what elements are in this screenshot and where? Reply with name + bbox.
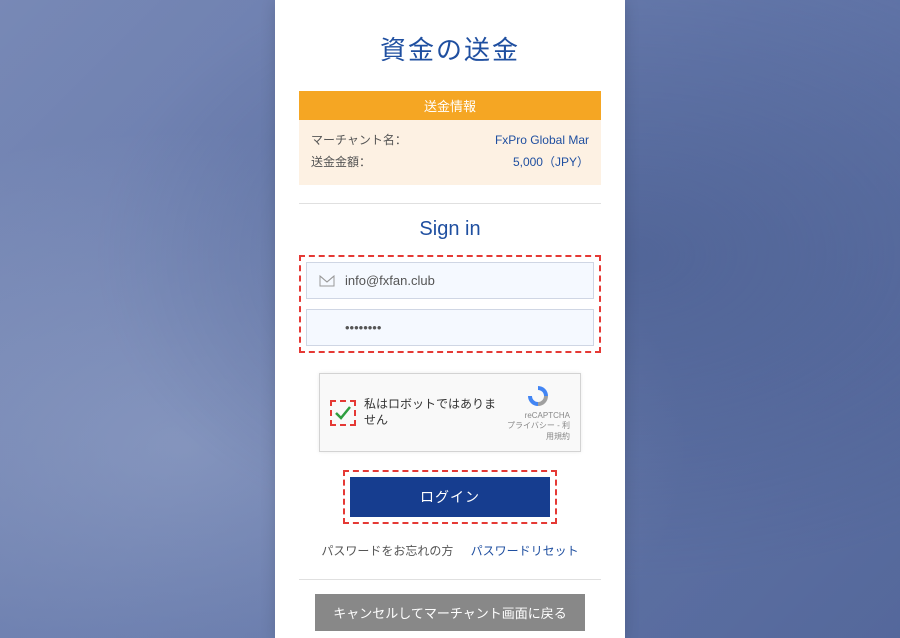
recaptcha-icon — [525, 383, 551, 409]
merchant-value: FxPro Global Mar — [495, 130, 589, 152]
page-title: 資金の送金 — [299, 30, 601, 67]
password-reset-link[interactable]: パスワードリセット — [471, 544, 579, 558]
captcha-checkbox[interactable] — [330, 400, 356, 426]
captcha-brand: reCAPTCHA プライバシー - 利用規約 — [506, 383, 570, 442]
help-links: パスワードをお忘れの方 パスワードリセット — [299, 542, 601, 559]
merchant-label: マーチャント名： — [311, 130, 407, 152]
info-header: 送金情報 — [299, 91, 601, 120]
login-card: 資金の送金 送金情報 マーチャント名： FxPro Global Mar 送金金… — [275, 0, 625, 638]
info-body: マーチャント名： FxPro Global Mar 送金金額： 5,000（JP… — [299, 120, 601, 185]
transfer-info-panel: 送金情報 マーチャント名： FxPro Global Mar 送金金額： 5,0… — [299, 91, 601, 185]
captcha-wrap: 私はロボットではありません reCAPTCHA プライバシー - 利用規約 — [299, 373, 601, 452]
forgot-password-label: パスワードをお忘れの方 — [321, 544, 453, 558]
info-row-amount: 送金金額： 5,000（JPY） — [311, 152, 589, 174]
info-row-merchant: マーチャント名： FxPro Global Mar — [311, 130, 589, 152]
credentials-highlight — [299, 255, 601, 353]
email-wrap — [301, 257, 599, 304]
captcha-text: 私はロボットではありません — [364, 397, 506, 428]
divider-bottom — [299, 579, 601, 580]
divider — [299, 203, 601, 204]
login-highlight: ログイン — [343, 470, 557, 524]
check-icon — [333, 403, 353, 423]
amount-value: 5,000（JPY） — [513, 152, 589, 174]
login-wrap: ログイン — [299, 470, 601, 524]
captcha-brand-name: reCAPTCHA — [506, 411, 570, 420]
email-field-container[interactable] — [306, 262, 594, 299]
password-wrap — [301, 304, 599, 351]
password-input[interactable] — [319, 320, 581, 335]
captcha-terms: プライバシー - 利用規約 — [506, 420, 570, 442]
cancel-button[interactable]: キャンセルしてマーチャント画面に戻る — [315, 594, 584, 631]
email-input[interactable] — [345, 273, 581, 288]
recaptcha-box[interactable]: 私はロボットではありません reCAPTCHA プライバシー - 利用規約 — [319, 373, 581, 452]
amount-label: 送金金額： — [311, 152, 371, 174]
password-field-container[interactable] — [306, 309, 594, 346]
signin-title: Sign in — [299, 218, 601, 241]
mail-icon — [319, 275, 335, 287]
login-button[interactable]: ログイン — [350, 477, 550, 517]
